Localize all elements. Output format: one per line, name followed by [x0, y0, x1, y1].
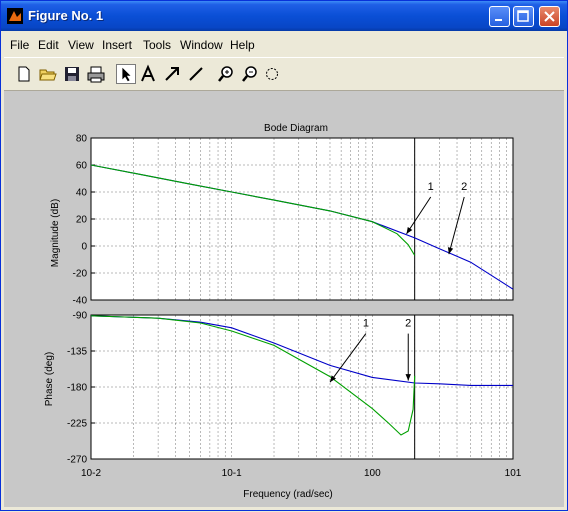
y-tick-label: -20 — [73, 269, 88, 280]
x-tick-label: 10-2 — [81, 468, 101, 479]
x-tick-label: 100 — [364, 468, 381, 479]
menu-help[interactable]: Help — [230, 38, 255, 52]
text-A-icon[interactable] — [138, 64, 158, 84]
y-tick-label: 20 — [76, 215, 88, 226]
save-icon[interactable] — [62, 64, 82, 84]
menu-window[interactable]: Window — [180, 38, 223, 52]
new-file-icon[interactable] — [14, 64, 34, 84]
title-bar[interactable]: Figure No. 1 — [1, 1, 567, 31]
annotation-label: 2 — [461, 181, 467, 193]
line-tool-icon[interactable] — [186, 64, 206, 84]
y-tick-label: -270 — [67, 455, 87, 466]
bode-diagram: Bode Diagram Magnitude (dB) Phase (deg) … — [44, 123, 522, 500]
y-tick-label: -40 — [73, 296, 88, 307]
print-icon[interactable] — [86, 64, 106, 84]
menu-view[interactable]: View — [68, 38, 94, 52]
open-folder-icon[interactable] — [38, 64, 58, 84]
y-tick-label: -180 — [67, 383, 87, 394]
plot-area — [90, 137, 514, 301]
figure-canvas: Bode Diagram Magnitude (dB) Phase (deg) … — [4, 91, 564, 507]
menu-bar: File Edit View Insert Tools Window Help — [4, 33, 564, 55]
phase-axis-label: Phase (deg) — [44, 352, 55, 406]
menu-insert[interactable]: Insert — [102, 38, 132, 52]
y-tick-label: -90 — [73, 311, 88, 322]
menu-file[interactable]: File — [10, 38, 29, 52]
maximize-button[interactable] — [513, 6, 534, 27]
y-tick-label: 80 — [76, 134, 88, 145]
y-tick-label: -225 — [67, 419, 87, 430]
y-tick-label: 0 — [81, 242, 87, 253]
close-icon — [544, 11, 555, 22]
zoom-out-icon[interactable] — [240, 64, 260, 84]
minimize-icon — [495, 19, 502, 21]
pointer-arrow-icon[interactable] — [116, 64, 136, 84]
magnitude-axis-label: Magnitude (dB) — [50, 199, 61, 267]
plot-area — [90, 314, 514, 460]
frequency-axis-label: Frequency (rad/sec) — [243, 489, 332, 500]
annotation-label: 1 — [363, 318, 369, 330]
window-title: Figure No. 1 — [28, 8, 104, 23]
maximize-icon — [517, 10, 529, 22]
annotation-label: 1 — [428, 181, 434, 193]
arrow-tool-icon[interactable] — [162, 64, 182, 84]
x-tick-label: 10-1 — [222, 468, 242, 479]
zoom-in-icon[interactable] — [216, 64, 236, 84]
figure-window: Figure No. 1 File Edit View Insert Tools… — [0, 0, 568, 511]
minimize-button[interactable] — [489, 6, 510, 27]
rotate-icon[interactable] — [262, 64, 282, 84]
menu-edit[interactable]: Edit — [38, 38, 59, 52]
y-tick-label: 40 — [76, 188, 88, 199]
chart-title: Bode Diagram — [264, 123, 328, 134]
matlab-icon — [7, 8, 23, 24]
annotation-label: 2 — [405, 318, 411, 330]
phase-axes: -90 -135 -180 -225 -270 10-2 10-1 100 101 1 2 — [67, 311, 522, 480]
magnitude-axes: 80 60 40 20 0 -20 -40 1 2 — [73, 134, 514, 307]
toolbar — [4, 57, 564, 91]
y-tick-label: 60 — [76, 161, 88, 172]
menu-tools[interactable]: Tools — [143, 38, 171, 52]
y-tick-label: -135 — [67, 347, 87, 358]
close-button[interactable] — [539, 6, 560, 27]
x-tick-label: 101 — [505, 468, 522, 479]
